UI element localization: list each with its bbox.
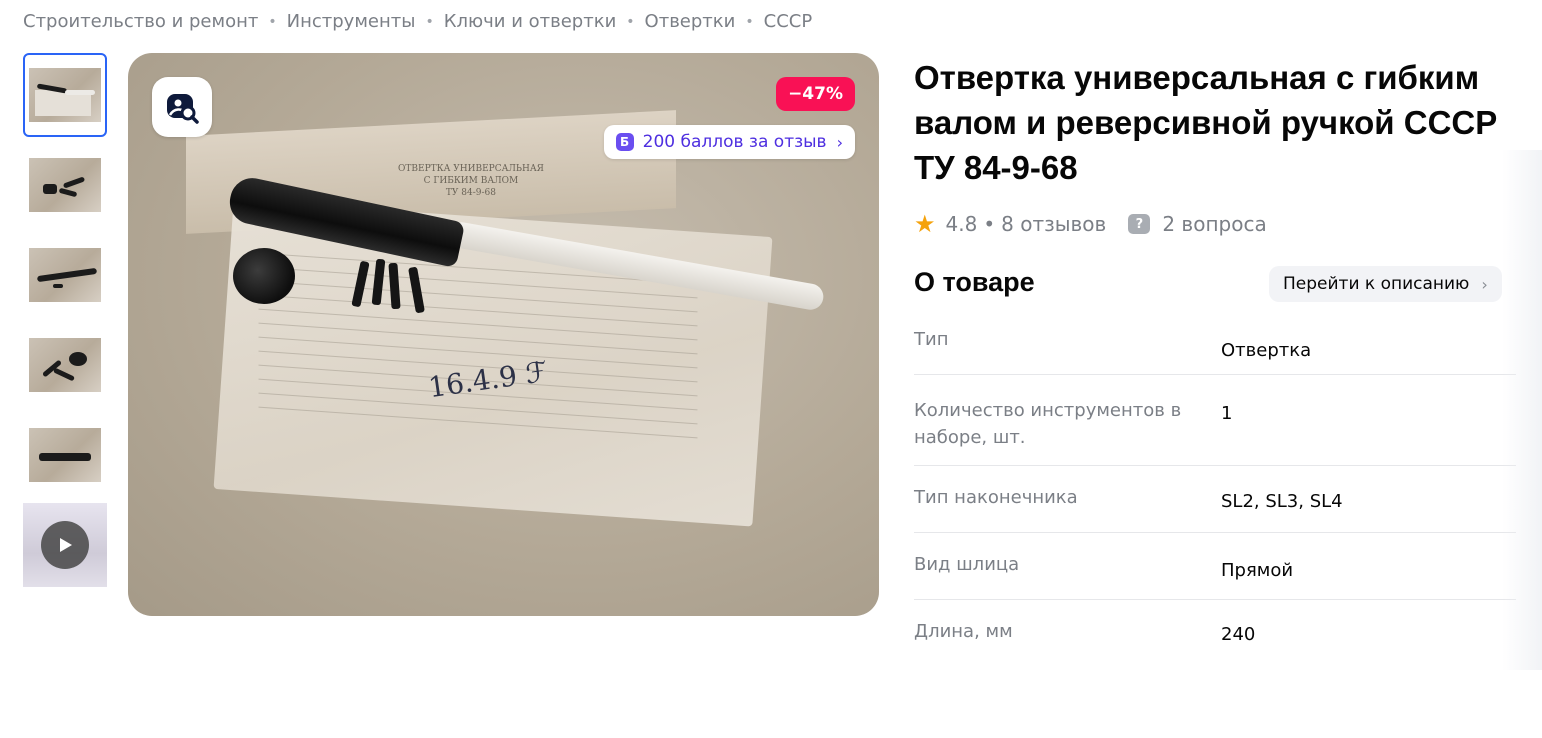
image-search-icon	[167, 94, 199, 124]
thumbnail-list	[23, 53, 107, 593]
goto-description-label: Перейти к описанию	[1283, 274, 1470, 294]
spec-row: Длина, мм 240	[914, 600, 1516, 660]
spec-table: Тип Отвертка Количество инструментов в н…	[914, 318, 1516, 660]
thumbnail-video[interactable]	[23, 503, 107, 587]
rating-value: 4.8	[945, 212, 978, 236]
about-heading: О товаре	[914, 267, 1035, 297]
thumbnail-image	[29, 248, 101, 302]
image-search-button[interactable]	[152, 77, 212, 137]
discount-badge: −47%	[776, 77, 855, 111]
thumbnail-image	[29, 158, 101, 212]
breadcrumb: Строительство и ремонт • Инструменты • К…	[23, 11, 812, 32]
breadcrumb-item[interactable]: Ключи и отвертки	[444, 11, 617, 32]
thumbnail-photo-3[interactable]	[23, 233, 107, 317]
breadcrumb-separator: •	[425, 13, 434, 30]
breadcrumb-separator: •	[745, 13, 754, 30]
thumbnail-photo-5[interactable]	[23, 413, 107, 497]
breadcrumb-item[interactable]: Инструменты	[287, 11, 416, 32]
separator-dot: •	[983, 212, 996, 236]
handle-cap	[233, 248, 295, 304]
product-title: Отвертка универсальная с гибким валом и …	[914, 59, 1498, 186]
bonus-points-icon: Б	[615, 133, 634, 151]
breadcrumb-item[interactable]: Отвертки	[645, 11, 736, 32]
spec-row: Количество инструментов в наборе, шт. 1	[914, 375, 1516, 466]
thumbnail-image	[29, 428, 101, 482]
review-bonus-button[interactable]: Б 200 баллов за отзыв ›	[603, 125, 855, 159]
spec-key: Вид шлица	[914, 554, 1020, 575]
thumbnail-photo-4[interactable]	[23, 323, 107, 407]
spec-value: SL2, SL3, SL4	[1221, 491, 1343, 512]
thumbnail-image	[29, 338, 101, 392]
spec-key: Длина, мм	[914, 621, 1013, 642]
chevron-right-icon: ›	[836, 132, 843, 152]
thumbnail-photo-1[interactable]	[23, 53, 107, 137]
reviews-link[interactable]: 8 отзывов	[1001, 212, 1106, 236]
breadcrumb-separator: •	[268, 13, 277, 30]
box-label-text: ОТВЕРТКА УНИВЕРСАЛЬНАЯ С ГИБКИМ ВАЛОМ ТУ…	[398, 164, 544, 198]
spec-key: Количество инструментов в наборе, шт.	[914, 400, 1182, 448]
spec-value: 1	[1221, 403, 1233, 424]
questions-link[interactable]: 2 вопроса	[1162, 212, 1266, 236]
sheet-lines	[258, 252, 698, 439]
breadcrumb-separator: •	[626, 13, 635, 30]
spec-key: Тип наконечника	[914, 487, 1078, 508]
spec-value: Отвертка	[1221, 340, 1312, 361]
spec-value: 240	[1221, 624, 1256, 645]
spec-value: Прямой	[1221, 560, 1294, 581]
spec-row: Вид шлица Прямой	[914, 533, 1516, 600]
star-icon: ★	[914, 210, 936, 238]
rating-row: ★ 4.8 • 8 отзывов ? 2 вопроса	[914, 210, 1267, 238]
main-product-image[interactable]: ОТВЕРТКА УНИВЕРСАЛЬНАЯ С ГИБКИМ ВАЛОМ ТУ…	[128, 53, 879, 616]
thumbnail-image	[29, 68, 101, 122]
breadcrumb-item[interactable]: Строительство и ремонт	[23, 11, 258, 32]
chevron-right-icon: ›	[1481, 274, 1488, 294]
spec-row: Тип Отвертка	[914, 318, 1516, 375]
play-icon	[41, 521, 89, 569]
goto-description-button[interactable]: Перейти к описанию ›	[1269, 266, 1502, 302]
bonus-label: 200 баллов за отзыв	[642, 132, 827, 152]
breadcrumb-item[interactable]: СССР	[764, 11, 813, 32]
side-panel-shadow	[1502, 150, 1542, 670]
spec-row: Тип наконечника SL2, SL3, SL4	[914, 466, 1516, 533]
thumbnail-photo-2[interactable]	[23, 143, 107, 227]
spec-key: Тип	[914, 329, 949, 350]
question-icon: ?	[1128, 214, 1151, 234]
